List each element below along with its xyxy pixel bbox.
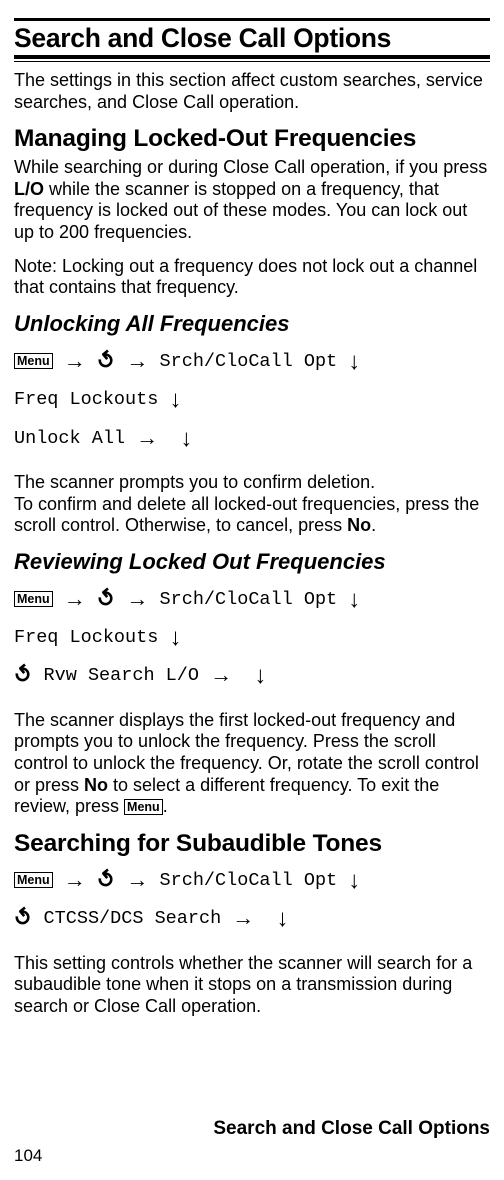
arrow-right-icon: → xyxy=(136,425,158,450)
heading-unlocking-all: Unlocking All Frequencies xyxy=(14,311,490,337)
arrow-right-icon: → xyxy=(126,867,148,892)
arrow-right-icon: → xyxy=(64,867,86,892)
menu-path-freq-lockouts: Freq Lockouts xyxy=(14,627,158,648)
footer-title: Search and Close Call Options xyxy=(14,1118,490,1140)
no-key-label: No xyxy=(84,775,108,795)
text-fragment: . xyxy=(163,796,168,816)
page-number: 104 xyxy=(14,1146,490,1166)
arrow-right-icon: → xyxy=(210,662,232,687)
menu-button-icon: Menu xyxy=(14,591,53,607)
title-bar: Search and Close Call Options xyxy=(14,18,490,59)
title-underline xyxy=(14,61,490,62)
no-key-label: No xyxy=(347,515,371,535)
searching-paragraph: This setting controls whether the scanne… xyxy=(14,953,490,1018)
heading-reviewing: Reviewing Locked Out Frequencies xyxy=(14,549,490,575)
arrow-right-icon: → xyxy=(64,348,86,373)
arrow-down-icon: ↓ xyxy=(277,905,289,932)
menu-path-srch: Srch/CloCall Opt xyxy=(160,351,338,372)
menu-button-icon: Menu xyxy=(14,353,53,369)
menu-path-unlock-all: Unlock All xyxy=(14,428,125,449)
menu-button-icon: Menu xyxy=(124,799,163,815)
menu-button-icon: Menu xyxy=(14,872,53,888)
heading-searching-tones: Searching for Subaudible Tones xyxy=(14,830,490,858)
rotate-icon: ↻ xyxy=(88,860,125,899)
lo-key-label: L/O xyxy=(14,179,44,199)
intro-text: The settings in this section affect cust… xyxy=(14,70,490,113)
arrow-right-icon: → xyxy=(64,586,86,611)
menu-path-srch: Srch/CloCall Opt xyxy=(160,870,338,891)
searching-steps: Menu → ↻ → Srch/CloCall Opt ↓ ↻ CTCSS/DC… xyxy=(14,862,490,939)
arrow-down-icon: ↓ xyxy=(254,662,266,689)
managing-paragraph: While searching or during Close Call ope… xyxy=(14,157,490,243)
heading-managing-locked-out: Managing Locked-Out Frequencies xyxy=(14,125,490,153)
menu-path-ctcss: CTCSS/DCS Search xyxy=(44,908,222,929)
rotate-icon: ↻ xyxy=(88,579,125,618)
menu-path-srch: Srch/CloCall Opt xyxy=(160,589,338,610)
rotate-icon: ↻ xyxy=(88,341,125,380)
arrow-right-icon: → xyxy=(126,348,148,373)
managing-note: Note: Locking out a frequency does not l… xyxy=(14,256,490,299)
menu-path-freq-lockouts: Freq Lockouts xyxy=(14,389,158,410)
text-fragment: while the scanner is stopped on a freque… xyxy=(14,179,467,242)
arrow-down-icon: ↓ xyxy=(348,348,360,375)
page-title: Search and Close Call Options xyxy=(14,23,490,54)
review-steps: Menu → ↻ → Srch/CloCall Opt ↓ Freq Locko… xyxy=(14,581,490,696)
arrow-down-icon: ↓ xyxy=(348,586,360,613)
arrow-down-icon: ↓ xyxy=(169,386,181,413)
review-paragraph: The scanner displays the first locked-ou… xyxy=(14,710,490,818)
page-footer: Search and Close Call Options 104 xyxy=(14,1118,490,1166)
arrow-down-icon: ↓ xyxy=(169,624,181,651)
text-fragment: . xyxy=(371,515,376,535)
arrow-down-icon: ↓ xyxy=(180,425,192,452)
text-fragment: While searching or during Close Call ope… xyxy=(14,157,487,177)
rotate-icon: ↻ xyxy=(5,656,42,695)
arrow-right-icon: → xyxy=(232,905,254,930)
arrow-right-icon: → xyxy=(126,586,148,611)
menu-path-rvw-search: Rvw Search L/O xyxy=(44,665,199,686)
arrow-down-icon: ↓ xyxy=(348,867,360,894)
unlock-paragraph: The scanner prompts you to confirm delet… xyxy=(14,472,490,537)
unlock-steps: Menu → ↻ → Srch/CloCall Opt ↓ Freq Locko… xyxy=(14,343,490,458)
rotate-icon: ↻ xyxy=(5,898,42,937)
